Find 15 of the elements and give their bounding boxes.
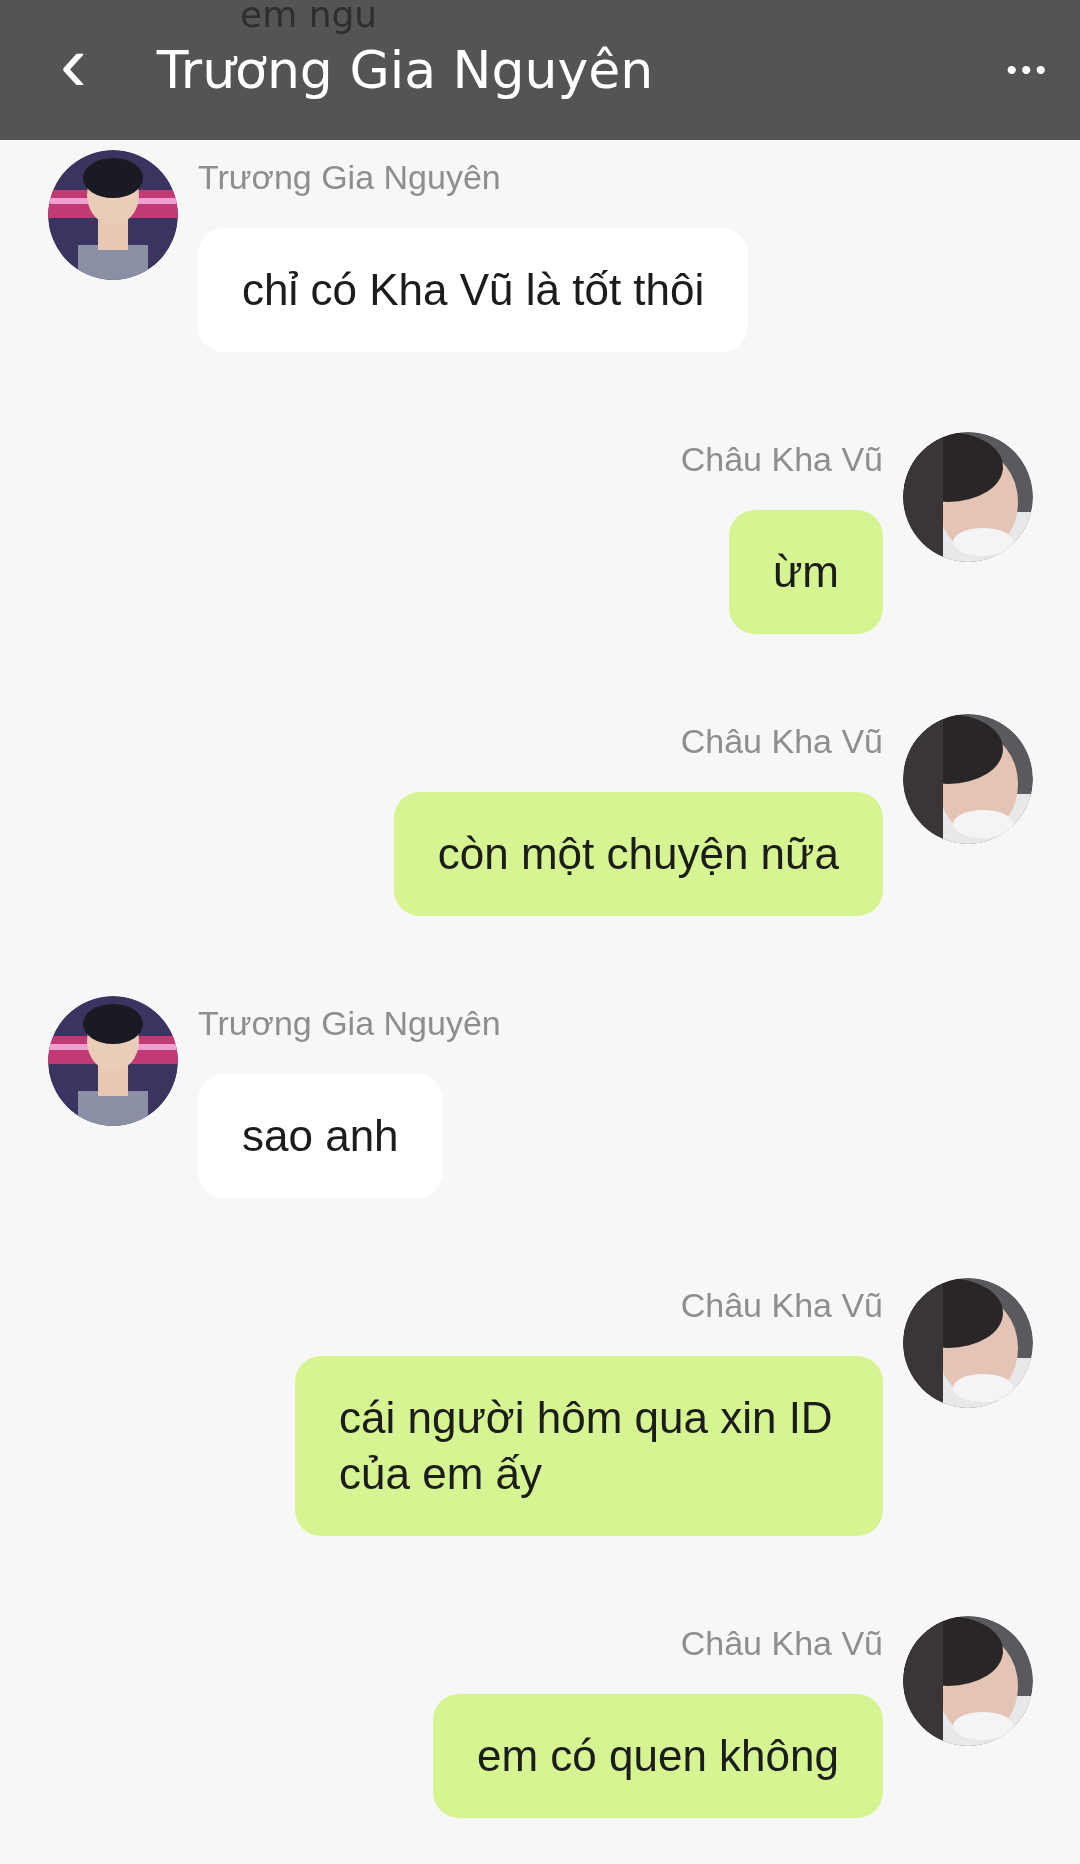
message-bubble: em có quen không xyxy=(432,1694,883,1818)
chat-title: Trương Gia Nguyên xyxy=(156,40,655,100)
message-bubble: cái người hôm qua xin ID của em ấy xyxy=(295,1356,883,1536)
sender-name: Trương Gia Nguyên xyxy=(198,157,501,198)
sender-name: Châu Kha Vũ xyxy=(680,1623,883,1664)
message-bubble: còn một chuyện nữa xyxy=(393,792,883,916)
menu-button[interactable]: ••• xyxy=(1006,53,1050,87)
sender-name: Châu Kha Vũ xyxy=(680,1285,883,1326)
sender-name: Châu Kha Vũ xyxy=(680,721,883,762)
sender-name: Châu Kha Vũ xyxy=(680,439,883,480)
message-bubble: chỉ có Kha Vũ là tốt thôi xyxy=(198,228,749,352)
back-button[interactable]: ‹ xyxy=(40,24,107,116)
sender-name: Trương Gia Nguyên xyxy=(198,1003,501,1044)
message-bubble: ừm xyxy=(728,510,883,634)
message-bubble: sao anh xyxy=(198,1074,443,1198)
